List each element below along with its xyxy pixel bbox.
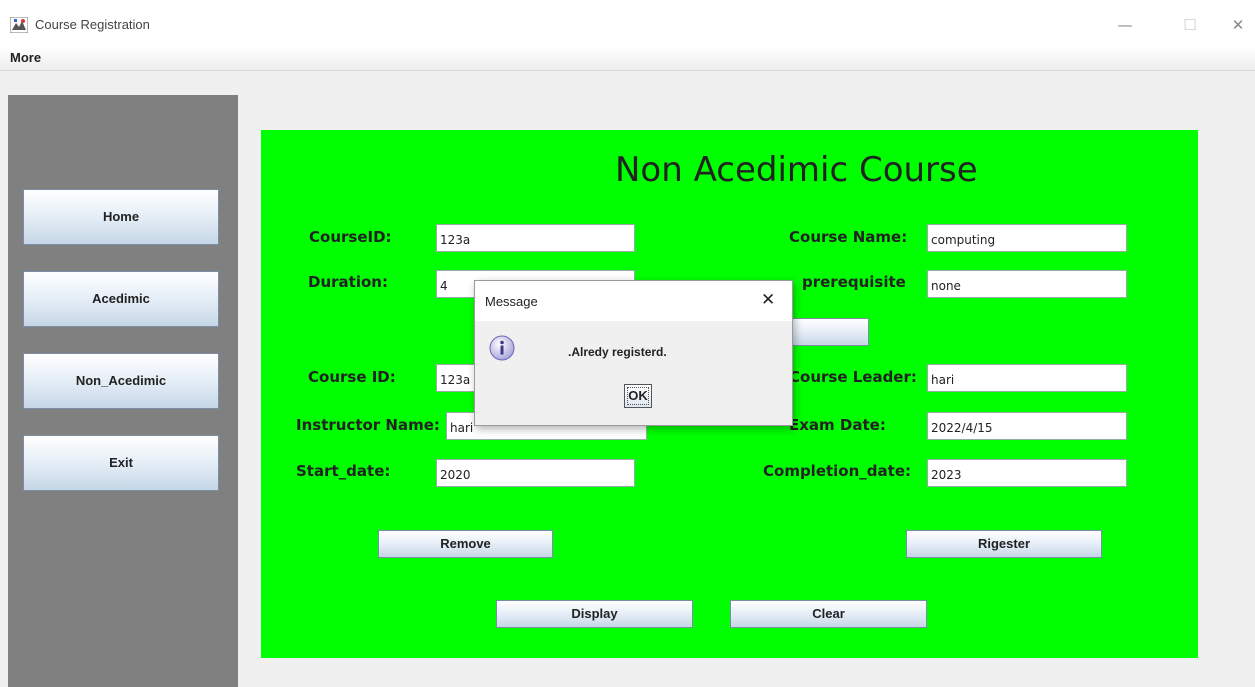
duration-label: Duration: xyxy=(308,273,388,291)
non-acedimic-button-label: Non_Acedimic xyxy=(75,373,167,388)
dialog-message: .Alredy registerd. xyxy=(568,345,667,359)
course-id2-label: Course ID: xyxy=(308,368,396,386)
start-date-field[interactable]: 2020 xyxy=(436,459,635,487)
completion-date-label: Completion_date: xyxy=(763,462,911,480)
completion-date-field[interactable]: 2023 xyxy=(927,459,1127,487)
dialog-title: Message xyxy=(485,294,538,309)
start-date-label: Start_date: xyxy=(296,462,391,480)
clear-button[interactable]: Clear xyxy=(730,600,927,628)
dialog-title-bar: Message ✕ xyxy=(475,281,792,321)
non-acedimic-button[interactable]: Non_Acedimic xyxy=(23,353,219,409)
acedimic-button-label: Acedimic xyxy=(92,291,150,306)
menu-bar: More xyxy=(0,46,1255,71)
course-id-label: CourseID: xyxy=(309,228,392,246)
dialog-close-icon[interactable]: ✕ xyxy=(761,290,775,310)
message-dialog: Message ✕ .Alredy registerd. OK xyxy=(474,280,793,426)
java-app-icon xyxy=(10,17,28,33)
info-icon xyxy=(489,335,515,361)
exit-button[interactable]: Exit xyxy=(23,435,219,491)
minimize-button[interactable]: — xyxy=(1105,10,1145,40)
display-button[interactable]: Display xyxy=(496,600,693,628)
course-name-field[interactable]: computing xyxy=(927,224,1127,252)
course-id-field[interactable]: 123a xyxy=(436,224,635,252)
close-window-button[interactable]: ✕ xyxy=(1218,10,1255,40)
window-title: Course Registration xyxy=(35,17,150,32)
sidebar: Home Acedimic Non_Acedimic Exit xyxy=(8,95,238,687)
prerequisite-label: prerequisite xyxy=(802,273,906,291)
home-button-label: Home xyxy=(102,209,140,224)
register-button[interactable]: Rigester xyxy=(906,530,1102,558)
ok-button[interactable]: OK xyxy=(624,384,652,408)
hidden-button[interactable] xyxy=(787,318,869,346)
instructor-name-label: Instructor Name: xyxy=(296,416,440,434)
course-leader-field[interactable]: hari xyxy=(927,364,1127,392)
exam-date-field[interactable]: 2022/4/15 xyxy=(927,412,1127,440)
prerequisite-field[interactable]: none xyxy=(927,270,1127,298)
course-name-label: Course Name: xyxy=(789,228,908,246)
menu-more[interactable]: More xyxy=(10,50,41,65)
course-leader-label: Course Leader: xyxy=(789,368,917,386)
exam-date-label: Exam Date: xyxy=(789,416,886,434)
page-title: Non Acedimic Course xyxy=(615,150,978,190)
exit-button-label: Exit xyxy=(109,455,133,470)
home-button[interactable]: Home xyxy=(23,189,219,245)
title-bar: Course Registration — ☐ ✕ xyxy=(0,0,1255,46)
maximize-button[interactable]: ☐ xyxy=(1170,10,1210,40)
acedimic-button[interactable]: Acedimic xyxy=(23,271,219,327)
remove-button[interactable]: Remove xyxy=(378,530,553,558)
